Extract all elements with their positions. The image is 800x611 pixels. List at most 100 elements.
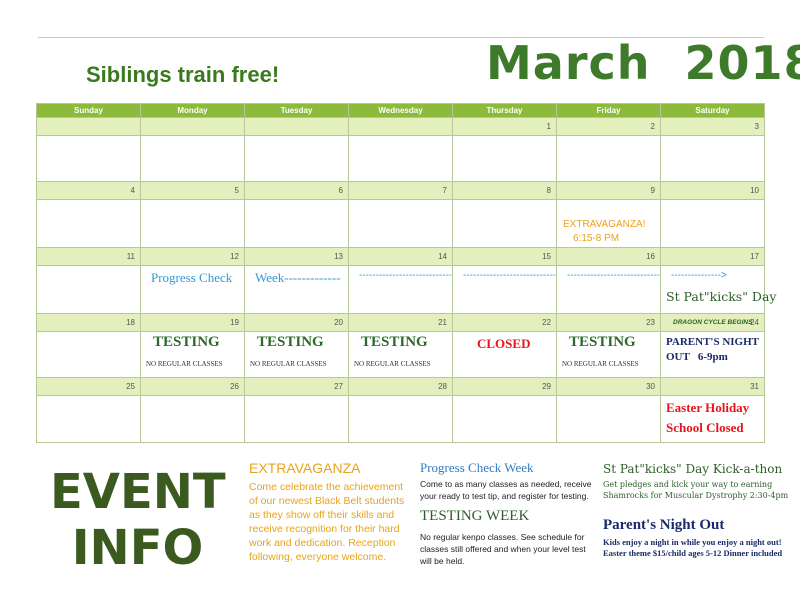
parents-night-description: Kids enjoy a night in while you enjoy a … (603, 537, 783, 558)
day-cell (348, 135, 453, 182)
weekday-label: Thursday (452, 103, 557, 118)
day-cell (452, 135, 557, 182)
no-regular-classes: NO REGULAR CLASSES (562, 360, 639, 368)
day-cell (244, 199, 349, 248)
date-number: 12 (140, 247, 245, 266)
event-info-title: EVENT INFO (50, 464, 226, 576)
date-number-with-note: DRAGON CYCLE BEGINS 24 (660, 313, 765, 332)
date-number: 2 (556, 117, 661, 136)
day-cell (244, 135, 349, 182)
weekday-label: Tuesday (244, 103, 349, 118)
testing-label: TESTING (361, 334, 428, 350)
day-cell (348, 395, 453, 443)
progress-check-description: Come to as many classes as needed, recei… (420, 479, 592, 501)
day-cell (556, 395, 661, 443)
extravaganza-heading: EXTRAVAGANZA (249, 460, 361, 476)
event-info-line: EVENT (50, 464, 226, 520)
progress-testing-info: Progress Check Week Come to as many clas… (420, 460, 592, 567)
day-cell (140, 135, 245, 182)
weekday-header-row: Sunday Monday Tuesday Wednesday Thursday… (36, 103, 765, 118)
day-cell (36, 265, 141, 314)
testing-week-description: No regular kenpo classes. See schedule f… (420, 532, 586, 566)
date-number: 13 (244, 247, 349, 266)
date-row: 1 2 3 (36, 117, 765, 136)
day-cell-extravaganza: EXTRAVAGANZA! 6:15-8 PM (556, 199, 661, 248)
kickathon-heading: St Pat"kicks" Day Kick-a-thon (603, 462, 783, 476)
day-cell (36, 199, 141, 248)
day-cell: ---------------------------- (556, 265, 661, 314)
day-cell-row (36, 135, 765, 182)
date-number: 9 (556, 181, 661, 200)
date-number: 3 (660, 117, 765, 136)
testing-label: TESTING (257, 334, 324, 350)
day-cell-easter: Easter Holiday School Closed (660, 395, 765, 443)
calendar-grid: Sunday Monday Tuesday Wednesday Thursday… (36, 103, 776, 443)
day-cell (244, 395, 349, 443)
day-cell-testing: TESTING NO REGULAR CLASSES (244, 331, 349, 378)
date-number (140, 117, 245, 136)
date-number: 27 (244, 377, 349, 396)
parents-night-time: OUT 6-9pm (666, 351, 728, 363)
date-number: 21 (348, 313, 453, 332)
date-number: 11 (36, 247, 141, 266)
day-cell: ---------------------------- (348, 265, 453, 314)
event-info-line: INFO (71, 520, 204, 576)
day-cell (348, 199, 453, 248)
day-cell-row: Easter Holiday School Closed (36, 395, 765, 443)
day-cell (556, 135, 661, 182)
extravaganza-description: Come celebrate the achievement of our ne… (249, 481, 405, 563)
date-row: 4 5 6 7 8 9 10 (36, 181, 765, 200)
school-closed-label: School Closed (666, 420, 744, 435)
day-cell (660, 199, 765, 248)
weekday-label: Wednesday (348, 103, 453, 118)
extravaganza-label: EXTRAVAGANZA! (563, 219, 646, 230)
date-number: 18 (36, 313, 141, 332)
date-number (36, 117, 141, 136)
date-number: 6 (244, 181, 349, 200)
no-regular-classes: NO REGULAR CLASSES (354, 360, 431, 368)
day-cell (140, 199, 245, 248)
kickathon-parents-info: St Pat"kicks" Day Kick-a-thon Get pledge… (603, 462, 793, 559)
day-cell (36, 135, 141, 182)
parents-night-label: PARENT'S NIGHT (666, 336, 760, 348)
date-number: 15 (452, 247, 557, 266)
progress-arrow: ---------------> (671, 270, 727, 281)
date-number (244, 117, 349, 136)
weekday-label: Monday (140, 103, 245, 118)
testing-week-heading: TESTING WEEK (420, 508, 530, 524)
date-number: 7 (348, 181, 453, 200)
date-number: 19 (140, 313, 245, 332)
day-cell (140, 395, 245, 443)
day-cell-parents-night: PARENT'S NIGHT OUT 6-9pm (660, 331, 765, 378)
kickathon-description: Get pledges and kick your way to earning… (603, 480, 789, 500)
weekday-label: Sunday (36, 103, 141, 118)
parents-night-heading: Parent's Night Out (603, 517, 725, 533)
progress-check-label: Progress Check (151, 270, 233, 285)
date-number: 28 (348, 377, 453, 396)
progress-check-heading: Progress Check Week (420, 460, 534, 475)
day-cell (36, 395, 141, 443)
progress-week-label: Week------------- (255, 270, 341, 285)
easter-holiday-label: Easter Holiday (666, 400, 750, 415)
testing-label: TESTING (153, 334, 220, 350)
dragon-cycle-note: DRAGON CYCLE BEGINS (673, 319, 753, 326)
date-number: 29 (452, 377, 557, 396)
extravaganza-time: 6:15-8 PM (573, 233, 620, 244)
day-cell-testing: TESTING NO REGULAR CLASSES (348, 331, 453, 378)
date-number: 10 (660, 181, 765, 200)
day-cell-progress-check: Progress Check (140, 265, 245, 314)
day-cell (452, 395, 557, 443)
day-cell-row: Progress Check Week------------- -------… (36, 265, 776, 314)
date-number: 26 (140, 377, 245, 396)
day-cell (452, 199, 557, 248)
date-number: 25 (36, 377, 141, 396)
st-pat-label: St Pat"kicks" Day (666, 289, 777, 304)
date-number: 22 (452, 313, 557, 332)
day-cell-testing: TESTING NO REGULAR CLASSES (140, 331, 245, 378)
date-row: 25 26 27 28 29 30 31 (36, 377, 765, 396)
date-number: 30 (556, 377, 661, 396)
weekday-label: Friday (556, 103, 661, 118)
date-number: 8 (452, 181, 557, 200)
progress-dashes: ---------------------------- (567, 270, 659, 281)
date-number (348, 117, 453, 136)
